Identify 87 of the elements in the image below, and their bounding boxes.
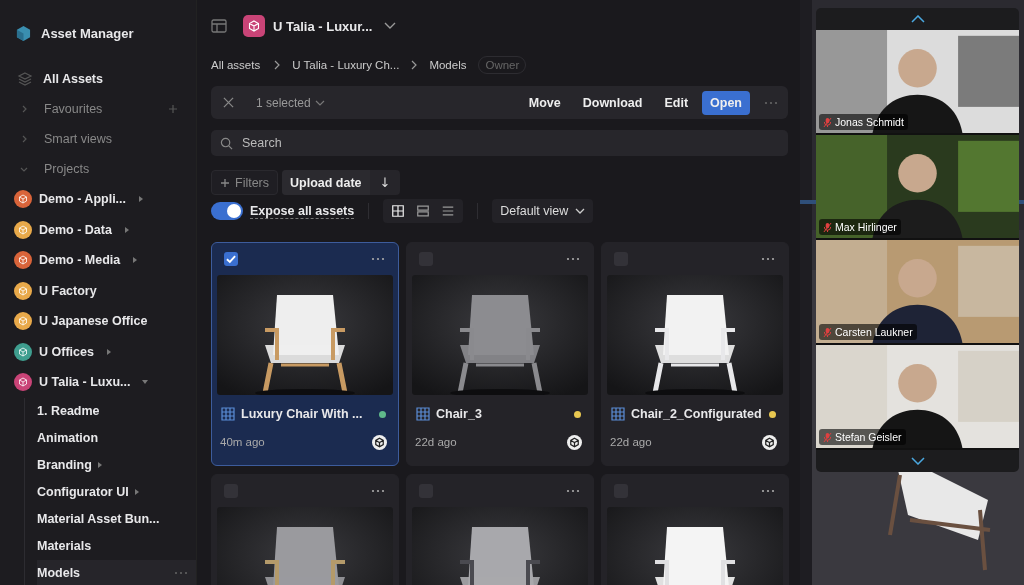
- action-button[interactable]: Move: [520, 90, 569, 115]
- more-icon[interactable]: [566, 257, 580, 261]
- more-icon[interactable]: [371, 489, 385, 493]
- model-icon: [611, 407, 625, 421]
- caret-icon[interactable]: [122, 225, 131, 234]
- caret-icon[interactable]: [95, 461, 104, 469]
- sort-direction-button[interactable]: ↓: [369, 170, 401, 195]
- all-assets-link[interactable]: All Assets: [43, 72, 103, 86]
- panel-toggle-icon[interactable]: [211, 19, 227, 33]
- sort-button[interactable]: Upload date: [282, 170, 370, 195]
- more-icon[interactable]: [764, 100, 778, 105]
- unity-icon: [762, 434, 777, 450]
- caret-icon[interactable]: [104, 347, 113, 356]
- asset-time: 22d ago: [610, 436, 652, 448]
- layers-icon[interactable]: [17, 71, 33, 87]
- breadcrumb-link[interactable]: Models: [429, 59, 467, 71]
- toggle-label[interactable]: Expose all assets: [250, 203, 355, 219]
- folder-label[interactable]: 1. Readme: [37, 404, 100, 418]
- chevron-down-icon[interactable]: [575, 208, 586, 214]
- project-item[interactable]: Demo - Media: [39, 253, 121, 268]
- model-icon: [416, 407, 430, 421]
- search-icon[interactable]: [220, 137, 233, 150]
- more-icon[interactable]: [371, 257, 385, 261]
- asset-time: 40m ago: [220, 436, 265, 448]
- more-icon[interactable]: [566, 489, 580, 493]
- section-label[interactable]: Smart views: [44, 132, 113, 146]
- asset-name: Chair_2_Configurated: [631, 407, 762, 421]
- folder-row[interactable]: Models: [37, 559, 196, 585]
- rows-view-icon[interactable]: [416, 204, 431, 218]
- chevron-icon[interactable]: [20, 105, 28, 113]
- folder-row[interactable]: 1. Readme: [37, 397, 196, 425]
- grid-view-icon[interactable]: [391, 204, 406, 218]
- asset-card[interactable]: Chair_2_Configurated 22d ago: [601, 242, 789, 466]
- selection-count[interactable]: 1 selected: [256, 95, 311, 110]
- unity-icon: [567, 434, 582, 450]
- project-item[interactable]: Demo - Appli...: [39, 192, 127, 207]
- app-title: Asset Manager: [41, 25, 134, 41]
- section-label[interactable]: Projects: [44, 162, 90, 176]
- folder-label[interactable]: Materials: [37, 539, 92, 553]
- list-view-icon[interactable]: [441, 204, 456, 218]
- folder-row[interactable]: Configurator UI: [37, 478, 196, 506]
- chevron-icon[interactable]: [20, 165, 28, 173]
- folder-label[interactable]: Models: [37, 566, 81, 580]
- action-button[interactable]: Download: [574, 90, 651, 115]
- folder-row[interactable]: Material Asset Bun...: [37, 505, 196, 533]
- checkbox[interactable]: [224, 252, 238, 266]
- breadcrumb-link[interactable]: U Talia - Luxury Ch...: [292, 59, 400, 71]
- action-button[interactable]: Edit: [656, 90, 697, 115]
- asset-name: Chair_3: [436, 407, 482, 421]
- folder-row[interactable]: Materials: [37, 532, 196, 560]
- chevron-right-icon: [411, 60, 418, 70]
- folder-label[interactable]: Animation: [37, 431, 99, 445]
- project-item[interactable]: U Offices: [39, 344, 94, 359]
- caret-icon[interactable]: [132, 488, 141, 496]
- unity-icon: [372, 434, 387, 450]
- folder-label[interactable]: Branding: [37, 458, 92, 472]
- folder-label[interactable]: Configurator UI: [37, 485, 129, 499]
- search-field[interactable]: Search: [211, 130, 788, 156]
- project-item[interactable]: Demo - Data: [39, 222, 112, 237]
- more-icon[interactable]: [761, 257, 775, 261]
- asset-card[interactable]: Chair_3 22d ago: [406, 242, 594, 466]
- toggle-switch[interactable]: [211, 202, 243, 220]
- folder-row[interactable]: Branding: [37, 451, 196, 479]
- plus-icon[interactable]: [220, 177, 230, 188]
- project-item[interactable]: U Factory: [39, 283, 97, 298]
- section-label[interactable]: Favourites: [44, 102, 103, 116]
- project-item[interactable]: U Japanese Office: [39, 314, 148, 329]
- folder-label[interactable]: Material Asset Bun...: [37, 512, 160, 526]
- asset-time: 22d ago: [415, 436, 457, 448]
- more-icon[interactable]: [174, 571, 188, 575]
- action-button[interactable]: Open: [702, 90, 750, 115]
- project-item[interactable]: U Talia - Luxu...: [39, 375, 131, 390]
- more-icon[interactable]: [761, 489, 775, 493]
- model-icon: [221, 407, 235, 421]
- breadcrumb-link[interactable]: All assets: [211, 59, 261, 71]
- view-dropdown[interactable]: Default view: [492, 199, 594, 223]
- chevron-right-icon: [274, 60, 281, 70]
- close-icon[interactable]: [223, 97, 234, 108]
- filters-button[interactable]: Filters: [211, 170, 279, 195]
- asset-card[interactable]: Luxury Chair With ... 40m ago: [211, 242, 399, 466]
- chevron-down-icon[interactable]: [384, 22, 397, 30]
- cube-logo-icon: [16, 24, 31, 42]
- project-title[interactable]: U Talia - Luxur...: [273, 18, 373, 34]
- project-icon: [243, 15, 265, 37]
- chevron-icon[interactable]: [20, 135, 28, 143]
- asset-name: Luxury Chair With ...: [241, 407, 363, 421]
- folder-row[interactable]: Animation: [37, 424, 196, 452]
